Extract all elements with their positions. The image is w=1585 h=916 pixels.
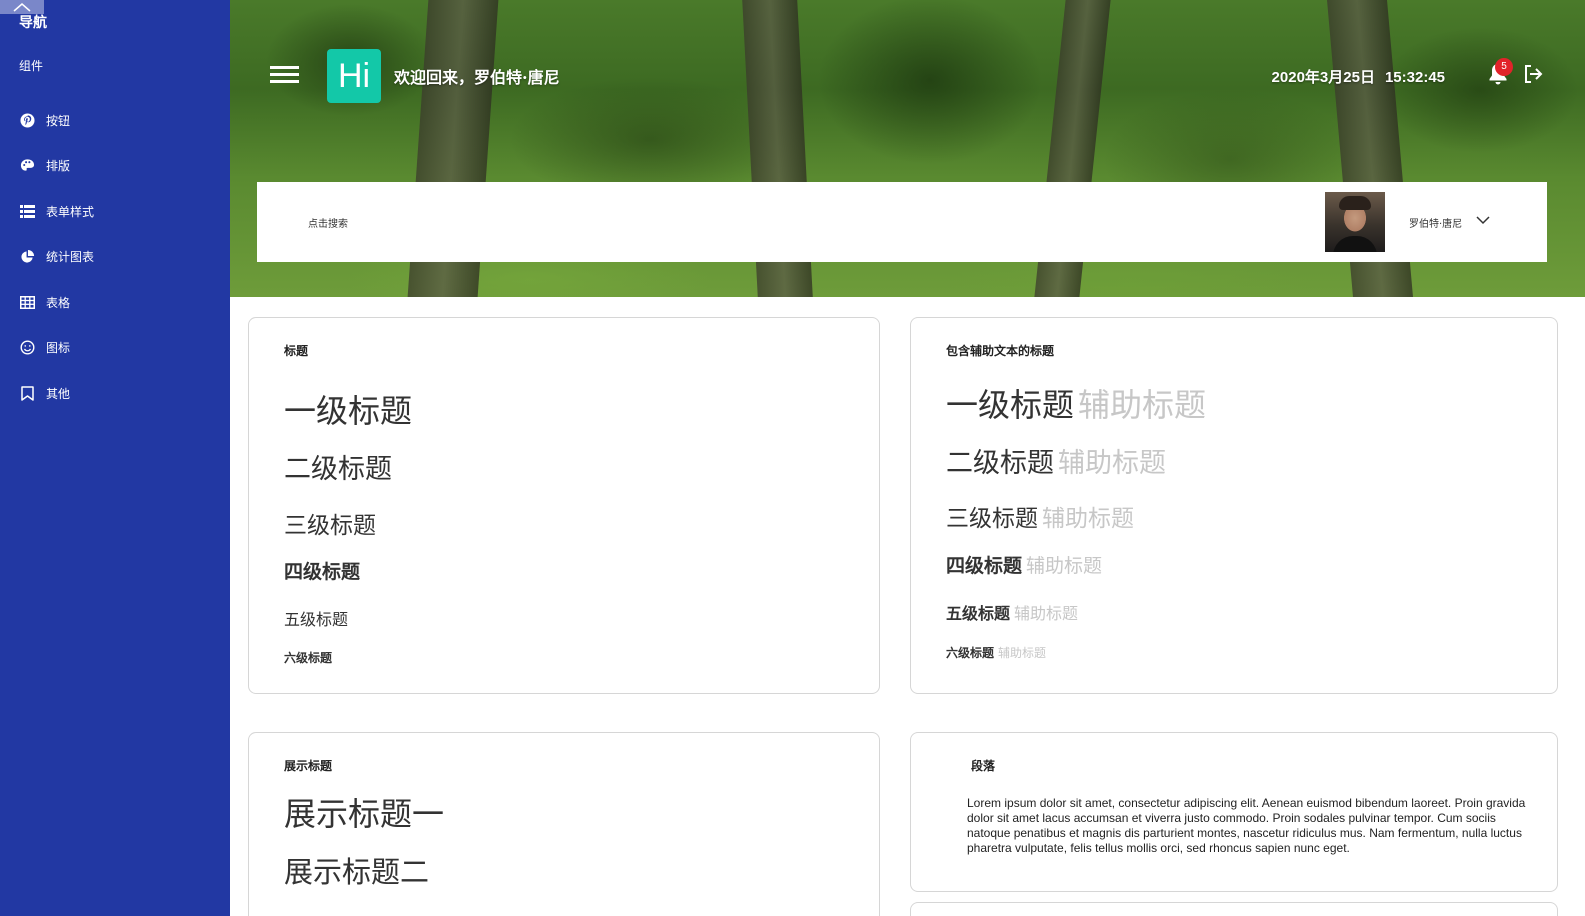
headings-sub-card: 包含辅助文本的标题 一级标题 辅助标题 二级标题 辅助标题 三级标题 辅助标题 四级标… [910,317,1558,694]
search-bar: 点击搜索 罗伯特·唐尼 [257,182,1547,262]
sidebar-section-label[interactable]: 组件 [19,57,43,74]
secondary-text: 辅助标题 [998,646,1047,660]
card-title: 包含辅助文本的标题 [946,344,1055,358]
heading-h1: 一级标题 [284,392,413,430]
heading-h5: 五级标题 辅助标题 [946,604,1079,623]
smile-icon [19,339,35,355]
sidebar-item-label: 排版 [46,158,71,173]
logout-button[interactable] [1523,64,1543,88]
sidebar-item-tables[interactable]: 表格 [19,292,70,312]
chevron-down-icon[interactable] [1475,214,1491,226]
heading-h3: 三级标题 辅助标题 [946,506,1134,532]
sidebar-item-typography[interactable]: 排版 [19,155,70,175]
app-logo: Hi [327,49,381,103]
sidebar-item-label: 图标 [46,340,71,355]
search-trigger[interactable]: 点击搜索 [308,215,348,230]
sidebar-title: 导航 [19,15,47,31]
header-banner: Hi 欢迎回来，罗伯特·唐尼 2020年3月25日 15:32:45 5 点击搜索… [230,0,1585,297]
sidebar-item-label: 其他 [46,386,71,401]
secondary-text: 辅助标题 [1026,555,1103,577]
avatar[interactable] [1325,192,1385,252]
hamburger-icon [270,66,299,69]
heading-h3: 三级标题 [284,513,376,539]
secondary-text: 辅助标题 [1078,386,1207,424]
paragraph-text: Lorem ipsum dolor sit amet, consectetur … [967,796,1526,855]
sidebar-item-other[interactable]: 其他 [19,383,70,403]
datetime: 2020年3月25日 15:32:45 [1272,66,1445,87]
card-title: 标题 [284,344,309,358]
card-title: 段落 [971,759,996,773]
secondary-text: 辅助标题 [1042,506,1134,532]
secondary-text: 辅助标题 [1014,604,1079,623]
table-icon [19,294,35,310]
notification-badge: 5 [1495,58,1513,76]
list-icon [19,203,35,219]
sidebar-item-icons[interactable]: 图标 [19,337,70,357]
pinterest-icon [19,112,35,128]
next-card [910,902,1558,916]
display-heading-2: 展示标题二 [284,855,430,889]
palette-icon [19,157,35,173]
display-headings-card: 展示标题 展示标题一 展示标题二 [248,732,880,916]
display-heading-1: 展示标题一 [284,795,445,833]
heading-h2: 二级标题 辅助标题 [946,448,1166,479]
heading-h2: 二级标题 [284,454,392,485]
sidebar-item-buttons[interactable]: 按钮 [19,110,70,130]
card-title: 展示标题 [284,759,333,773]
heading-h4: 四级标题 [284,561,361,583]
heading-h4: 四级标题 辅助标题 [946,555,1103,577]
date-text: 2020年3月25日 [1271,69,1375,86]
sidebar-item-label: 统计图表 [46,249,95,264]
sidebar-item-charts[interactable]: 统计图表 [19,246,94,266]
sidebar-item-form-styles[interactable]: 表单样式 [19,201,94,221]
bookmark-icon [19,385,35,401]
pie-chart-icon [19,248,35,264]
sidebar-item-label: 表单样式 [46,204,95,219]
logout-icon [1525,65,1543,83]
welcome-text: 欢迎回来，罗伯特·唐尼 [394,68,560,87]
headings-card: 标题 一级标题 二级标题 三级标题 四级标题 五级标题 六级标题 [248,317,880,694]
time-text: 15:32:45 [1384,69,1445,86]
sidebar-item-label: 按钮 [46,113,71,128]
user-name[interactable]: 罗伯特·唐尼 [1409,215,1462,230]
heading-h6: 六级标题 [284,651,333,665]
paragraph-card: 段落 Lorem ipsum dolor sit amet, consectet… [910,732,1558,892]
heading-h6: 六级标题 辅助标题 [946,646,1047,660]
secondary-text: 辅助标题 [1058,448,1166,479]
sidebar-item-label: 表格 [46,295,71,310]
sidebar: 导航 组件 按钮 排版 表单样式 统计图表 表格 图标 其他 [0,0,230,916]
menu-toggle-button[interactable] [270,66,299,87]
heading-h5: 五级标题 [284,610,349,629]
heading-h1: 一级标题 辅助标题 [946,386,1207,424]
